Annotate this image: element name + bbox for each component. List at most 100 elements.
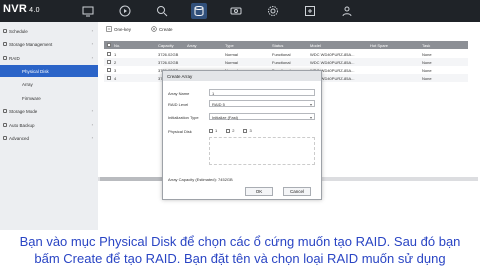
sidebar-item-storage-mode[interactable]: › Storage Mode bbox=[0, 105, 98, 117]
one-key-icon bbox=[106, 26, 112, 32]
sidebar-item-array[interactable]: Array bbox=[0, 78, 98, 90]
sidebar-item-raid[interactable]: › RAID bbox=[0, 52, 98, 64]
sidebar-item-label: Array bbox=[22, 81, 33, 87]
select-all-checkbox[interactable] bbox=[107, 43, 111, 47]
checkbox[interactable] bbox=[226, 128, 231, 133]
array-capacity-label: Array Capacity (Estimated): 7452GB bbox=[168, 177, 233, 182]
raid-level-label: RAID Level bbox=[168, 102, 189, 107]
chevron-right-icon: › bbox=[91, 122, 93, 127]
top-nav bbox=[80, 3, 376, 19]
sidebar-item-label: Physical Disk bbox=[22, 68, 49, 74]
cell-capacity: 3726.02GB bbox=[158, 60, 179, 65]
caption-line-1: Bạn vào mục Physical Disk để chọn các ổ … bbox=[19, 234, 461, 249]
raid-level-select[interactable]: RAID 5 ▾ bbox=[209, 100, 315, 107]
camera-icon[interactable] bbox=[228, 3, 244, 19]
settings-icon[interactable] bbox=[265, 3, 281, 19]
cell-status: Functional bbox=[272, 60, 291, 65]
row-checkbox[interactable] bbox=[107, 76, 111, 80]
sidebar-item-label: Advanced bbox=[9, 135, 30, 141]
disk-label: 2 bbox=[232, 128, 235, 133]
cell-task: None bbox=[422, 76, 432, 81]
menu-icon bbox=[3, 42, 7, 46]
sidebar-item-physical-disk[interactable]: Physical Disk bbox=[0, 65, 98, 77]
sidebar-item-advanced[interactable]: › Advanced bbox=[0, 132, 98, 144]
cell-type: Normal bbox=[225, 60, 238, 65]
menu-icon bbox=[3, 29, 7, 33]
cell-task: None bbox=[422, 60, 432, 65]
col-array: Array bbox=[187, 43, 197, 48]
dialog-title: Create Array bbox=[163, 71, 321, 81]
sidebar-item-schedule[interactable]: › Schedule bbox=[0, 25, 98, 37]
cell-no: 2 bbox=[114, 60, 117, 65]
chevron-right-icon: › bbox=[91, 28, 93, 33]
table-header: No. Capacity Array Type Status Model Hot… bbox=[104, 41, 468, 49]
disk-checkbox-1[interactable]: 1 bbox=[209, 128, 217, 133]
col-capacity: Capacity bbox=[158, 43, 174, 48]
create-icon bbox=[151, 26, 157, 32]
cell-status: Functional bbox=[272, 52, 291, 57]
init-type-select[interactable]: Initialize (Fast) ▾ bbox=[209, 113, 315, 120]
menu-icon bbox=[3, 123, 7, 127]
create-button[interactable]: Create bbox=[151, 26, 173, 32]
sidebar-item-label: Storage Mode bbox=[9, 108, 38, 114]
disk-checkbox-3[interactable]: 3 bbox=[243, 128, 252, 133]
sidebar-item-label: Storage Management bbox=[9, 41, 53, 47]
table-row[interactable]: 2 3726.02GB Normal Functional WDC WD40PURZ-8… bbox=[104, 58, 468, 66]
disk-label: 1 bbox=[215, 128, 218, 133]
disk-label: 3 bbox=[249, 128, 252, 133]
menu-icon bbox=[3, 56, 7, 60]
cancel-button[interactable]: Cancel bbox=[283, 187, 311, 196]
row-checkbox[interactable] bbox=[107, 52, 111, 56]
chevron-right-icon: › bbox=[91, 41, 93, 46]
cell-model: WDC WD40PURZ-85A... bbox=[310, 52, 355, 57]
sidebar-item-label: Auto Backup bbox=[9, 122, 35, 128]
col-model: Model bbox=[310, 43, 321, 48]
cell-task: None bbox=[422, 52, 432, 57]
menu-icon bbox=[3, 109, 7, 113]
sidebar-item-storage-management[interactable]: › Storage Management bbox=[0, 38, 98, 50]
toolbar: One-key Create bbox=[106, 26, 193, 32]
row-checkbox[interactable] bbox=[107, 60, 111, 64]
menu-icon bbox=[3, 136, 7, 140]
one-key-button[interactable]: One-key bbox=[106, 26, 131, 32]
physical-disk-list: 1 2 3 bbox=[209, 128, 261, 133]
init-type-label: Initialization Type bbox=[168, 115, 199, 120]
array-name-input[interactable]: 1 bbox=[209, 89, 315, 96]
app-logo: NVR 4.0 bbox=[3, 3, 40, 15]
cell-task: None bbox=[422, 68, 432, 73]
cell-no: 1 bbox=[114, 52, 117, 57]
disk-checkbox-2[interactable]: 2 bbox=[226, 128, 234, 133]
checkbox[interactable] bbox=[209, 128, 213, 133]
cell-model: WDC WD40PURZ-85A... bbox=[310, 60, 355, 65]
storage-icon[interactable] bbox=[191, 3, 207, 19]
create-array-dialog: Create Array Array Name 1 RAID Level RAI… bbox=[162, 70, 322, 200]
sidebar: › Schedule › Storage Management › RAID Physica… bbox=[0, 22, 98, 230]
cell-no: 4 bbox=[114, 76, 117, 81]
cell-no: 3 bbox=[114, 68, 117, 73]
caption-line-2: bấm Create để tạo RAID. Bạn đặt tên và c… bbox=[34, 251, 446, 266]
sidebar-item-auto-backup[interactable]: › Auto Backup bbox=[0, 119, 98, 131]
maintenance-icon[interactable] bbox=[302, 3, 318, 19]
chevron-right-icon: › bbox=[91, 108, 93, 113]
cell-type: Normal bbox=[225, 52, 238, 57]
array-name-label: Array Name bbox=[168, 91, 190, 96]
live-view-icon[interactable] bbox=[80, 3, 96, 19]
row-checkbox[interactable] bbox=[107, 68, 111, 72]
sidebar-item-label: RAID bbox=[9, 55, 20, 61]
col-type: Type bbox=[225, 43, 234, 48]
account-icon[interactable] bbox=[339, 3, 355, 19]
sidebar-item-label: Firmware bbox=[22, 95, 41, 101]
sidebar-item-label: Schedule bbox=[9, 28, 28, 34]
ok-button[interactable]: OK bbox=[245, 187, 273, 196]
checkbox[interactable] bbox=[243, 128, 248, 133]
table-row[interactable]: 1 3726.02GB Normal Functional WDC WD40PURZ-8… bbox=[104, 50, 468, 58]
chevron-down-icon: ▾ bbox=[309, 102, 312, 107]
subtitle-caption: Bạn vào mục Physical Disk để chọn các ổ … bbox=[0, 230, 480, 270]
chevron-right-icon: › bbox=[91, 135, 93, 140]
playback-icon[interactable] bbox=[117, 3, 133, 19]
col-status: Status bbox=[272, 43, 284, 48]
top-bar: NVR 4.0 bbox=[0, 0, 480, 22]
search-icon[interactable] bbox=[154, 3, 170, 19]
chevron-right-icon: › bbox=[91, 55, 93, 60]
sidebar-item-firmware[interactable]: Firmware bbox=[0, 92, 98, 104]
